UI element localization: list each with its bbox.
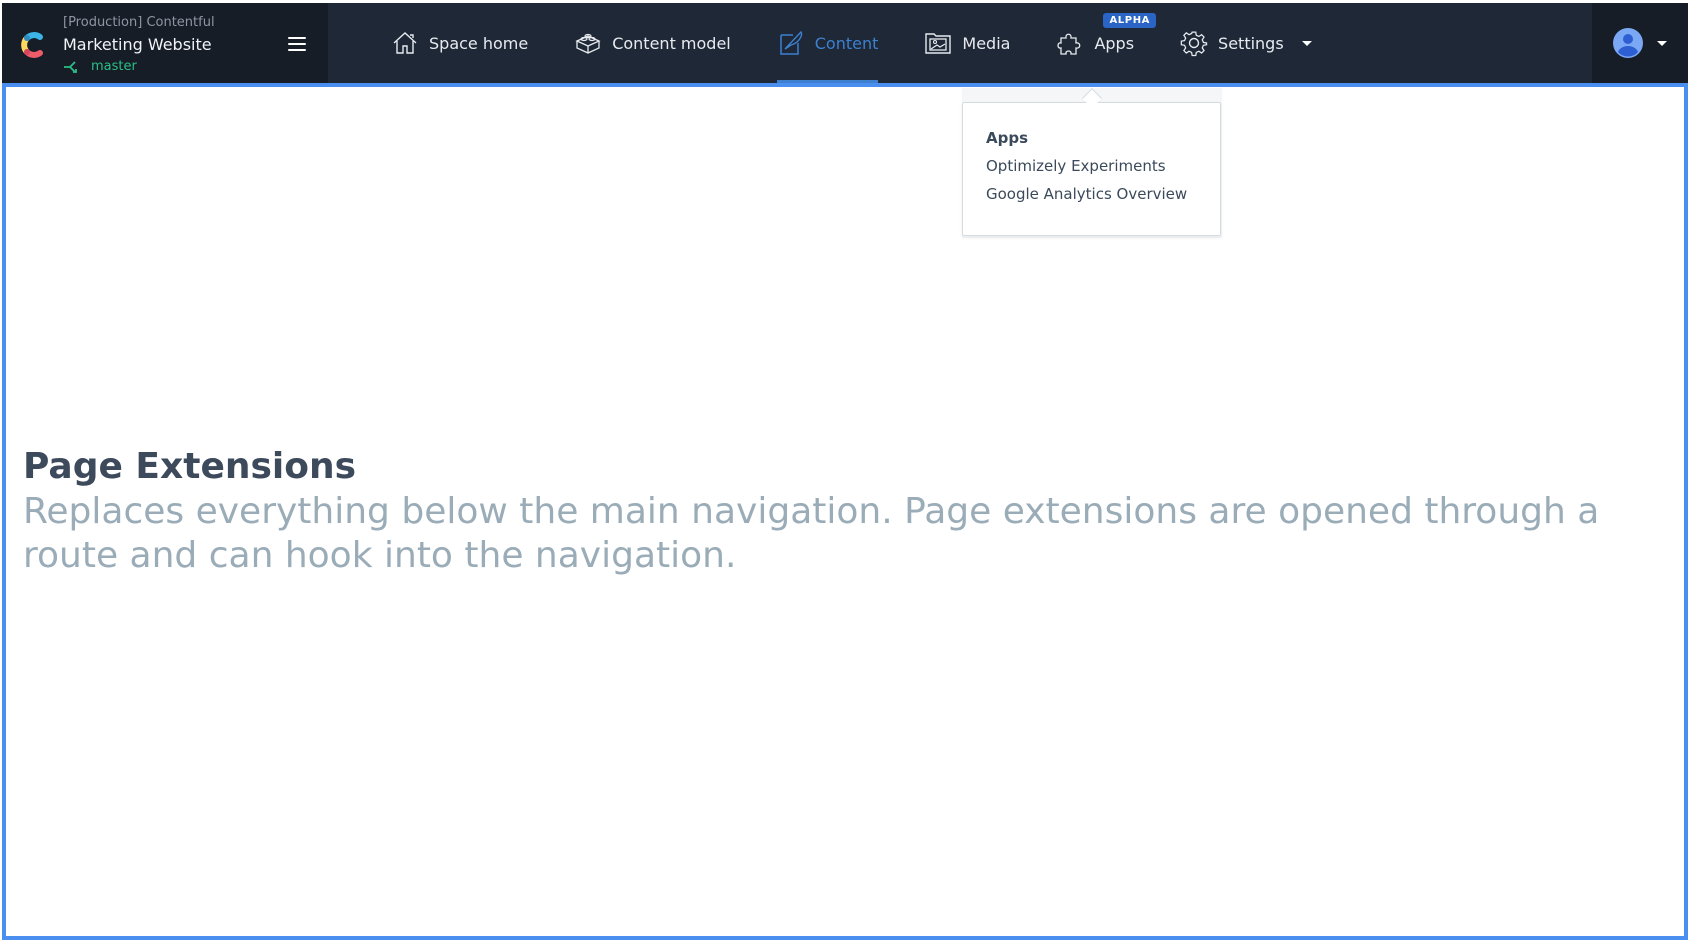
contentful-logo-icon (21, 32, 43, 58)
nav-apps[interactable]: Apps ALPHA (1033, 3, 1157, 83)
media-icon (925, 33, 952, 54)
nav-space-home[interactable]: Space home (368, 3, 551, 83)
menu-bar (288, 43, 306, 45)
account-menu-button[interactable] (1592, 3, 1688, 83)
branch-name: master (91, 59, 137, 74)
environment-branch: master (63, 59, 137, 74)
menu-bar (288, 49, 306, 51)
nav-label: Space home (429, 33, 529, 53)
page-title: Page Extensions (23, 446, 357, 487)
nav-content-model[interactable]: Content model (551, 3, 754, 83)
content-model-icon (575, 33, 601, 54)
nav-label: Apps (1094, 33, 1135, 53)
chevron-down-icon (1301, 40, 1312, 46)
dropdown-item-google-analytics[interactable]: Google Analytics Overview (986, 185, 1187, 203)
puzzle-icon (1057, 33, 1081, 55)
branch-icon (64, 60, 77, 73)
page-description: Replaces everything below the main navig… (23, 491, 1600, 576)
apps-dropdown-menu: Apps Optimizely Experiments Google Analy… (962, 102, 1221, 236)
chevron-down-icon (1657, 40, 1667, 46)
dropdown-item-optimizely[interactable]: Optimizely Experiments (986, 157, 1166, 175)
nav-settings[interactable]: Settings (1157, 3, 1335, 83)
gear-icon (1180, 31, 1208, 57)
content-icon (780, 30, 802, 55)
alpha-badge: ALPHA (1103, 13, 1157, 28)
space-environment-label: [Production] Contentful (63, 15, 215, 30)
avatar (1613, 28, 1643, 58)
space-name: Marketing Website (63, 35, 212, 54)
main-nav: Space home Content model Content Media A… (328, 3, 1592, 83)
menu-bar (288, 37, 306, 39)
top-navigation-bar: [Production] Contentful Marketing Websit… (2, 3, 1688, 83)
nav-label: Settings (1218, 33, 1284, 53)
space-header[interactable]: [Production] Contentful Marketing Websit… (2, 3, 328, 83)
nav-label: Content model (612, 33, 731, 53)
home-icon (393, 32, 417, 54)
nav-label: Media (962, 33, 1011, 53)
nav-label: Content (814, 33, 879, 53)
dropdown-title: Apps (986, 129, 1029, 147)
hamburger-menu-button[interactable] (288, 37, 306, 51)
nav-media[interactable]: Media (901, 3, 1033, 83)
nav-content[interactable]: Content (754, 3, 902, 83)
